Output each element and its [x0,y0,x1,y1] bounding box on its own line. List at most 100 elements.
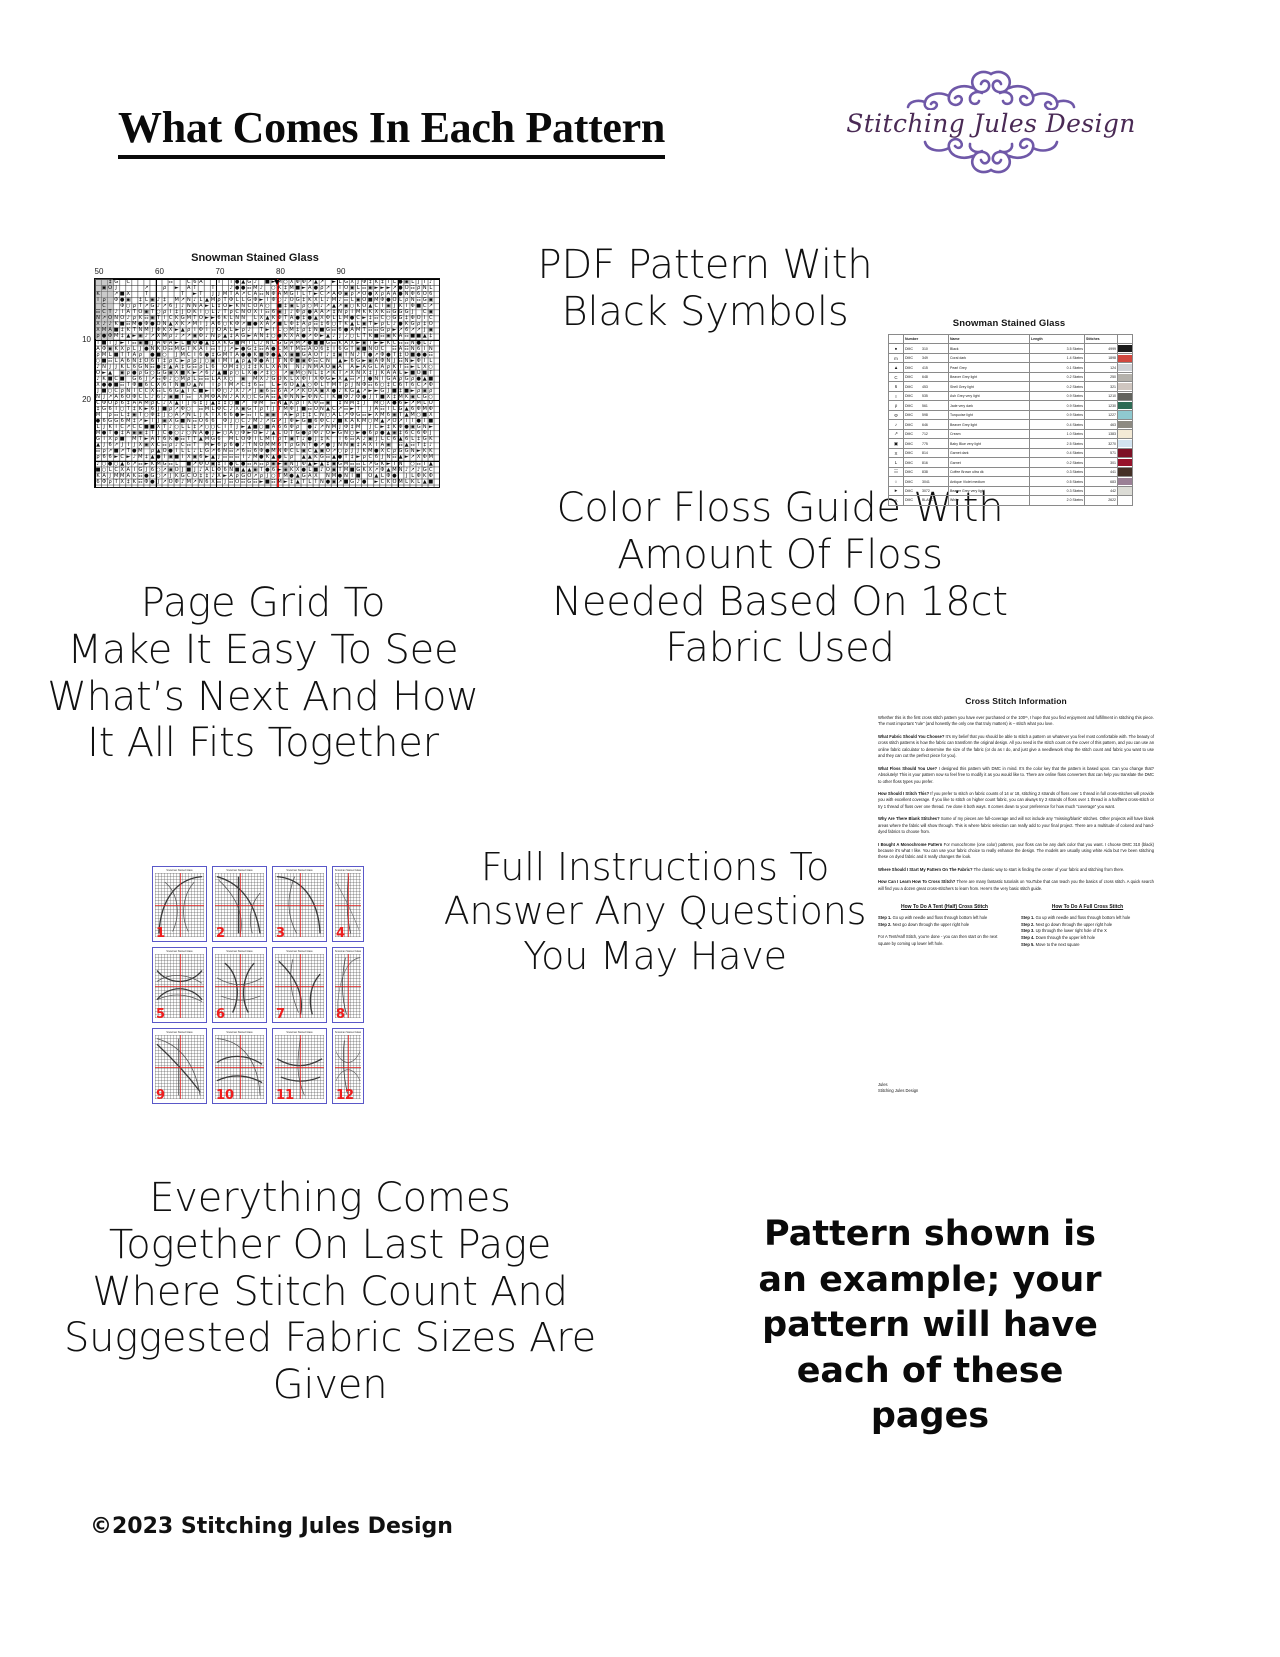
floss-cell-symbol: ▲ [888,362,904,373]
floss-cell-stitches: 463 [1084,419,1118,430]
floss-cell-swatch [1117,438,1133,449]
floss-row: ☷ DMC 838 Coffee Brown ultra dk 0.3 Skeins 44… [888,466,1133,478]
floss-cell-name: Turquoise light [948,409,1030,421]
page-thumbnail-number: 3 [276,926,286,941]
floss-cell-number: DMC 814 [903,447,949,459]
page-thumbnail[interactable]: Snowman Stained Glass 11 [272,1028,327,1104]
floss-cell-number: DMC 535 [903,390,949,402]
floss-cell-symbol: I [888,390,904,402]
floss-cell-name: Baby Blue very light [948,438,1030,449]
floss-cell-symbol: C [888,371,904,383]
page-thumbnail[interactable]: Snowman Stained Glass 9 [152,1028,207,1104]
floss-cell-swatch [1117,457,1133,468]
chart-cell: T [217,279,221,285]
floss-cell-name: Beaver Grey light [948,419,1030,430]
stitch-guide-step: Step 2. Next go down through the upper r… [878,921,970,927]
stitch-guide-step: Step 1. Go up with needle and floss thro… [878,915,988,921]
floss-cell-number: DMC 775 [903,438,949,449]
floss-cell-length: 0.4 Skeins [1029,447,1085,459]
floss-cell-length: 1.0 Skeins [1029,428,1085,440]
caption-last-page: Everything Comes Together On Last Page W… [63,1175,597,1409]
floss-row: 6 DMC 453 Shell Grey light 0.2 Skeins 321 [888,381,1133,392]
instructions-section: Why Are There Blank Stitches? Some of my… [878,816,1154,835]
page-thumbnail[interactable]: Snowman Stained Glass 4 [332,866,364,942]
floss-table-header-row: Number Name Length Stitches [888,333,1133,345]
page-thumbnail-title: Snowman Stained Glass [226,868,253,872]
page-thumbnail[interactable]: Snowman Stained Glass 3 [272,866,327,942]
stitch-guides: How To Do A Tent (Half) Cross Stitch Step… [866,898,1166,948]
page-thumbnail-title: Snowman Stained Glass [166,1030,193,1034]
chart-title: Snowman Stained Glass [191,252,319,264]
chart-x-tick: 70 [215,267,225,276]
page-thumbnail[interactable]: Snowman Stained Glass 12 [332,1028,364,1104]
floss-cell-number: DMC 3041 [903,476,949,487]
floss-cell-number: DMC BLANC [903,495,949,506]
floss-cell-number: DMC 646 [903,419,949,430]
stitch-guide-heading: How To Do A Tent (Half) Cross Stitch [901,904,988,911]
instructions-signature: Jules Stitching Jules Design [878,1081,919,1094]
chart-y-axis-ticks: 10 20 [70,278,94,488]
floss-row: m DMC 349 Coral dark 1.4 Skeins 1898 [888,352,1133,364]
floss-cell-length: 2.5 Skeins [1029,438,1085,449]
page-title: What Comes In Each Pattern [118,104,665,160]
chart-y-tick: 10 [82,334,91,344]
floss-row: C DMC 648 Beaver Grey light 0.2 Skeins 250 [888,371,1133,383]
page-thumbnail[interactable]: Snowman Stained Glass 6 [212,947,267,1023]
floss-row: ○ DMC 3041 Antique Violet medium 0.5 Skeins 6… [888,476,1133,487]
floss-cell-stitches: 442 [1084,485,1118,497]
floss-col-name: Name [948,333,1030,345]
floss-cell-symbol: ☷ [888,466,904,478]
brand-logo: Stitching Jules Design [846,68,1136,198]
instructions-section-heading: What Fabric Should You Choose? [878,733,945,739]
logo-brand-text: Stitching Jules Design [846,109,1136,138]
floss-col-number: Number [903,333,949,345]
stitch-guide-step: Step 4. Down through the upper left hole [1021,935,1095,941]
floss-cell-stitches: 683 [1084,476,1118,487]
instructions-section: I Bought A Monochrome Pattern For monoch… [878,841,1154,860]
floss-cell-stitches: 1230 [1084,400,1118,411]
page-thumbnail[interactable]: Snowman Stained Glass 1 [152,866,207,942]
page-thumbnail[interactable]: Snowman Stained Glass 7 [272,947,327,1023]
stitch-guide-step: Step 1. Go up with needle and floss thro… [1021,915,1131,921]
instructions-section: How Should I Stitch This? If you prefer … [878,790,1154,809]
instructions-section-heading: How Should I Stitch This? [878,790,930,796]
stitch-guide: How To Do A Tent (Half) Cross Stitch Step… [878,904,1011,948]
floss-cell-name: Pearl Grey [948,362,1030,373]
floss-cell-stitches: 1898 [1084,352,1118,364]
floss-cell-name: Beaver Grey light [948,371,1030,383]
instructions-section: What Fabric Should You Choose? It’s my b… [878,733,1155,759]
floss-cell-stitches: 1210 [1084,390,1118,402]
page-thumbnail-title: Snowman Stained Glass [286,1030,313,1034]
stitch-guide-heading: How To Do A Full Cross Stitch [1051,904,1124,911]
instructions-section: Where Should I Start My Pattern On The F… [878,866,1125,872]
page-thumbnail[interactable]: Snowman Stained Glass 5 [152,947,207,1023]
floss-cell-name: Garnet [948,457,1030,468]
stitch-guide-step: Step 3. Up through the lower right hole … [1021,928,1107,934]
floss-cell-symbol: 6 [888,381,904,392]
caption-page-grid: Page Grid To Make It Easy To See What’s … [47,580,479,767]
page-thumbnail[interactable]: Snowman Stained Glass 2 [212,866,267,942]
floss-cell-symbol: m [888,352,904,364]
floss-cell-name: Shell Grey light [948,381,1030,392]
floss-cell-symbol: ρ [888,400,904,411]
chart-grid-area: ▼ ‡ G C ☷ C 6 A T I ● ▲ G ♪ ■ ► M ○ X Φ Φ ↗ ▲ ↗ ► L G X J Φ ‡ K ‡ T L ● ▣ L J I… [94,278,440,488]
floss-cell-name: Beaver Grey very light [948,485,1030,497]
floss-cell-swatch [1117,352,1133,364]
page-thumbnail[interactable]: Snowman Stained Glass 8 [332,947,364,1023]
floss-cell-swatch [1117,495,1133,506]
floss-row: ► DMC 3072 Beaver Grey very light 0.3 Skeins… [888,485,1133,497]
copyright-notice: ©2023 Stitching Jules Design [90,1514,453,1539]
floss-cell-length: 0.5 Skeins [1029,476,1085,487]
flourish-top-icon [906,70,1076,110]
caption-floss-guide: Color Floss Guide With Amount Of Floss N… [552,485,1008,672]
page-thumbnail-number: 8 [336,1007,346,1022]
floss-cell-stitches: 441 [1084,466,1118,478]
floss-cell-number: DMC 561 [903,400,949,411]
floss-cell-swatch [1117,400,1133,411]
floss-cell-number: DMC 648 [903,371,949,383]
floss-cell-symbol: L [888,457,904,468]
page-thumbnail[interactable]: Snowman Stained Glass 10 [212,1028,267,1104]
floss-row: ρ DMC 561 Jade very dark 0.9 Skeins 1230 [888,400,1133,411]
instructions-sheet: Cross Stitch Information Whether this is… [866,688,1166,1103]
floss-cell-length: 0.2 Skeins [1029,381,1085,392]
